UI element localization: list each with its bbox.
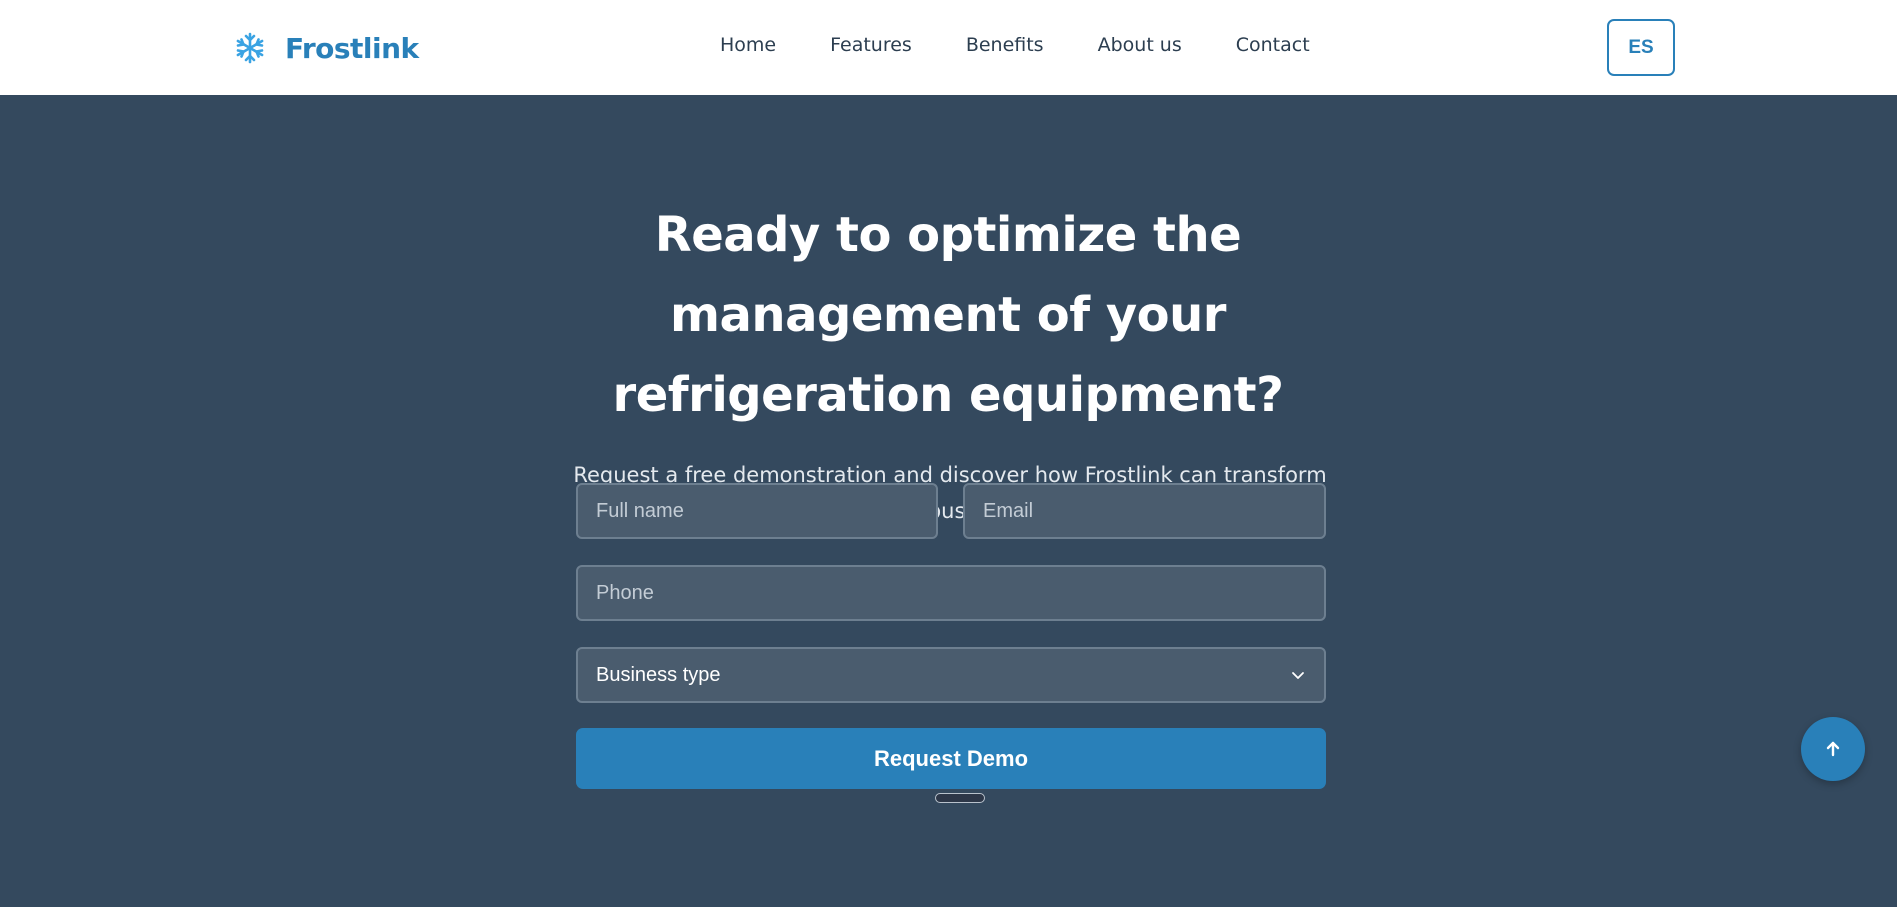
nav-link-about-us[interactable]: About us bbox=[1098, 34, 1182, 56]
nav-link-contact[interactable]: Contact bbox=[1236, 34, 1310, 56]
language-toggle-button[interactable]: ES bbox=[1607, 19, 1675, 76]
hero-title: Ready to optimize the management of your… bbox=[612, 207, 1284, 423]
business-type-select[interactable]: Business type bbox=[576, 647, 1326, 703]
phone-input[interactable] bbox=[576, 565, 1326, 621]
arrow-up-icon bbox=[1826, 741, 1840, 757]
full-name-input[interactable] bbox=[576, 483, 938, 539]
chevron-down-icon bbox=[1292, 672, 1304, 679]
brand-name: Frostlink bbox=[285, 31, 419, 65]
back-to-top-button[interactable] bbox=[1801, 717, 1865, 781]
request-demo-button[interactable]: Request Demo bbox=[576, 728, 1326, 789]
nav-link-features[interactable]: Features bbox=[830, 34, 912, 56]
nav-link-home[interactable]: Home bbox=[720, 34, 776, 56]
nav-link-benefits[interactable]: Benefits bbox=[966, 34, 1044, 56]
scrollbar-thumb[interactable] bbox=[935, 793, 985, 803]
email-input[interactable] bbox=[963, 483, 1326, 539]
top-navbar: Frostlink Home Features Benefits About u… bbox=[0, 0, 1897, 95]
snowflake-icon bbox=[236, 32, 264, 64]
business-type-selected-value: Business type bbox=[596, 663, 721, 686]
brand-logo[interactable]: Frostlink bbox=[233, 26, 419, 70]
main-nav: Home Features Benefits About us Contact bbox=[720, 34, 1310, 56]
